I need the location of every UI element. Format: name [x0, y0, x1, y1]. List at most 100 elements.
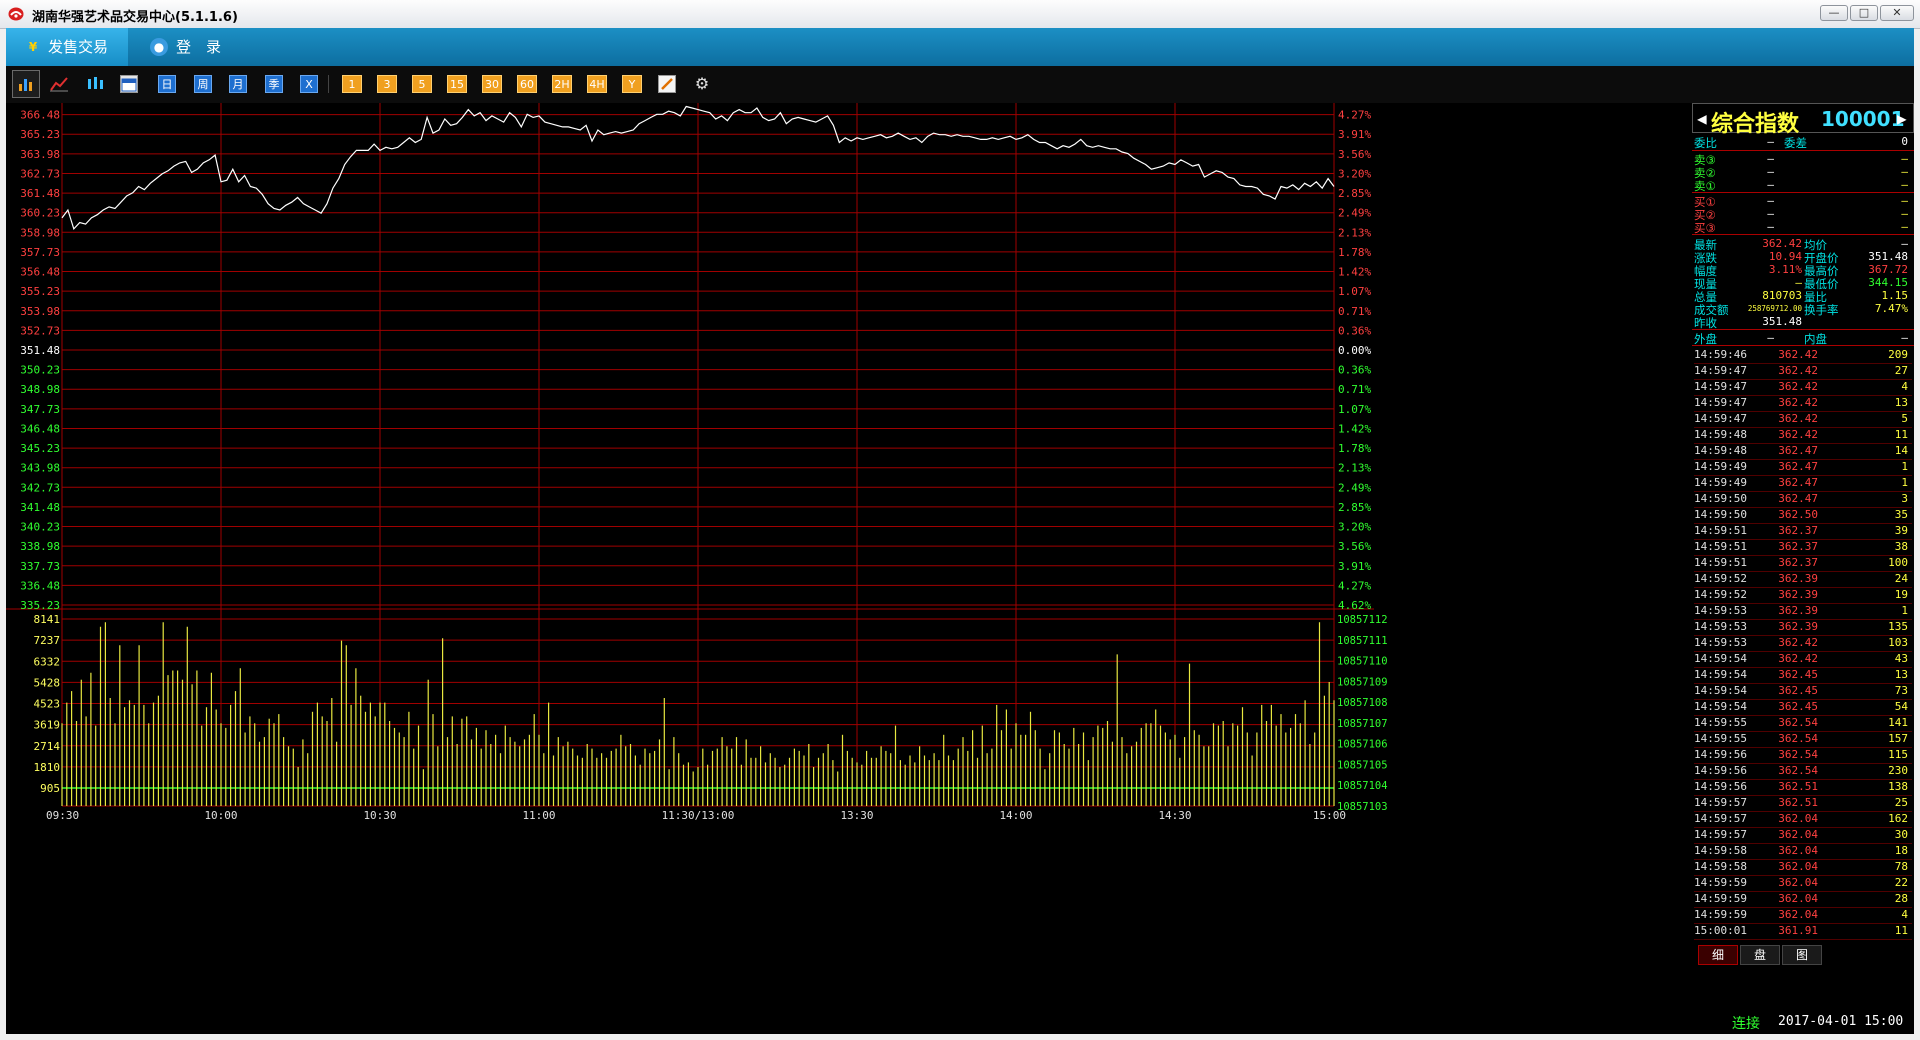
pct-tick-label: 3.91%	[1338, 128, 1371, 141]
menu-bar: ¥ 发售交易 ● 登 录	[6, 28, 1914, 66]
side-tab-detail[interactable]: 细	[1698, 945, 1738, 965]
time-tick-label: 11:00	[522, 809, 555, 822]
sell-level-price: —	[1767, 165, 1774, 178]
pct-tick-label: 1.42%	[1338, 266, 1371, 279]
stat-value: 351.48	[1868, 250, 1908, 263]
tick-row: 14:59:48 362.42 11	[1694, 427, 1912, 444]
tick-time: 14:59:55	[1694, 732, 1747, 745]
period-day-button[interactable]: 日	[158, 75, 176, 93]
tick-price: 362.04	[1778, 892, 1818, 905]
year-button[interactable]: Y	[622, 75, 642, 93]
tick-row: 14:59:51 362.37 38	[1694, 539, 1912, 556]
price-tick-label: 346.48	[20, 422, 60, 435]
minute-3-button[interactable]: 3	[377, 75, 397, 93]
calendar-icon[interactable]	[120, 75, 138, 93]
tick-price: 362.47	[1778, 476, 1818, 489]
bar-chart-icon[interactable]	[12, 70, 40, 98]
tab-issue-trade[interactable]: ¥ 发售交易	[6, 28, 128, 66]
tick-time: 14:59:57	[1694, 796, 1747, 809]
candlestick-icon[interactable]	[84, 75, 106, 93]
tick-price: 362.37	[1778, 524, 1818, 537]
volume-tick-label: 4523	[34, 698, 61, 711]
tick-time: 14:59:56	[1694, 764, 1747, 777]
tick-volume: 25	[1894, 796, 1908, 809]
tick-price: 362.45	[1778, 668, 1818, 681]
tick-volume: 230	[1888, 764, 1908, 777]
minute-1-button[interactable]: 1	[342, 75, 362, 93]
tick-price: 362.42	[1778, 652, 1818, 665]
tick-time: 14:59:54	[1694, 684, 1747, 697]
stat-value: 1.15	[1881, 289, 1909, 302]
tick-row: 14:59:50 362.47 3	[1694, 491, 1912, 508]
volume-tick-label: 905	[40, 782, 60, 795]
draw-tool-icon[interactable]	[658, 75, 676, 93]
pct-tick-label: 2.13%	[1338, 226, 1371, 239]
tick-price: 362.42	[1778, 380, 1818, 393]
next-symbol-icon[interactable]: ▶	[1897, 109, 1907, 128]
pct-tick-label: 0.36%	[1338, 364, 1371, 377]
period-month-button[interactable]: 月	[229, 75, 247, 93]
time-tick-label: 13:30	[840, 809, 873, 822]
pct-tick-label: 4.62%	[1338, 599, 1371, 612]
tab-login[interactable]: ● 登 录	[142, 28, 262, 66]
minimize-button[interactable]: —	[1820, 5, 1848, 21]
prev-symbol-icon[interactable]: ◀	[1697, 109, 1707, 128]
tick-time: 14:59:54	[1694, 652, 1747, 665]
maximize-button[interactable]: □	[1850, 5, 1878, 21]
period-quarter-button[interactable]: 季	[265, 75, 283, 93]
tick-volume: 35	[1894, 508, 1908, 521]
pct-tick-label: 0.36%	[1338, 324, 1371, 337]
tick-time: 14:59:52	[1694, 572, 1747, 585]
tick-row: 14:59:58 362.04 78	[1694, 859, 1912, 876]
price-tick-label: 336.48	[20, 579, 60, 592]
tick-time: 14:59:56	[1694, 748, 1747, 761]
pct-tick-label: 4.27%	[1338, 579, 1371, 592]
price-tick-label: 340.23	[20, 521, 60, 534]
side-tab-order-book[interactable]: 盘	[1740, 945, 1780, 965]
minute-5-button[interactable]: 5	[412, 75, 432, 93]
panel-separator	[1692, 192, 1914, 193]
tick-row: 14:59:58 362.04 18	[1694, 843, 1912, 860]
minute-60-button[interactable]: 60	[517, 75, 537, 93]
intraday-chart[interactable]: 367.734.62%366.484.27%365.233.91%363.983…	[6, 103, 1692, 1034]
period-week-button[interactable]: 周	[194, 75, 212, 93]
line-chart-icon[interactable]	[48, 75, 70, 93]
tick-volume: 103	[1888, 636, 1908, 649]
tick-row: 14:59:55 362.54 157	[1694, 731, 1912, 748]
period-x-button[interactable]: X	[300, 75, 318, 93]
tick-row: 14:59:56 362.51 138	[1694, 779, 1912, 796]
tick-price: 362.50	[1778, 508, 1818, 521]
minute-15-button[interactable]: 15	[447, 75, 467, 93]
side-tab-chart[interactable]: 图	[1782, 945, 1822, 965]
settings-gear-icon[interactable]: ⚙	[692, 75, 712, 93]
volume-right-tick-label: 10857111	[1337, 635, 1388, 647]
tick-row: 14:59:47 362.42 27	[1694, 363, 1912, 380]
hour-2-button[interactable]: 2H	[552, 75, 572, 93]
time-tick-label: 10:30	[363, 809, 396, 822]
tick-price: 362.39	[1778, 604, 1818, 617]
connection-status: 连接	[1732, 1016, 1760, 1032]
tick-time: 14:59:56	[1694, 780, 1747, 793]
tick-volume: 18	[1894, 844, 1908, 857]
close-button[interactable]: ✕	[1880, 5, 1914, 21]
tick-time: 14:59:57	[1694, 812, 1747, 825]
tick-time: 14:59:48	[1694, 444, 1747, 457]
tick-price: 362.04	[1778, 844, 1818, 857]
time-tick-label: 14:00	[999, 809, 1032, 822]
tick-time: 14:59:50	[1694, 508, 1747, 521]
tick-price: 362.54	[1778, 732, 1818, 745]
tick-time: 15:00:01	[1694, 924, 1747, 937]
minute-30-button[interactable]: 30	[482, 75, 502, 93]
time-tick-label: 09:30	[46, 809, 79, 822]
panel-separator	[1692, 150, 1914, 151]
pct-tick-label: 2.13%	[1338, 462, 1371, 475]
pct-tick-label: 0.00%	[1338, 344, 1371, 357]
tick-volume: 141	[1888, 716, 1908, 729]
tick-price: 362.42	[1778, 428, 1818, 441]
tick-price: 362.04	[1778, 812, 1818, 825]
tick-time: 14:59:48	[1694, 428, 1747, 441]
volume-right-tick-label: 10857108	[1337, 697, 1388, 709]
hour-4-button[interactable]: 4H	[587, 75, 607, 93]
tick-time: 14:59:58	[1694, 844, 1747, 857]
buy-level-volume: —	[1901, 207, 1908, 220]
